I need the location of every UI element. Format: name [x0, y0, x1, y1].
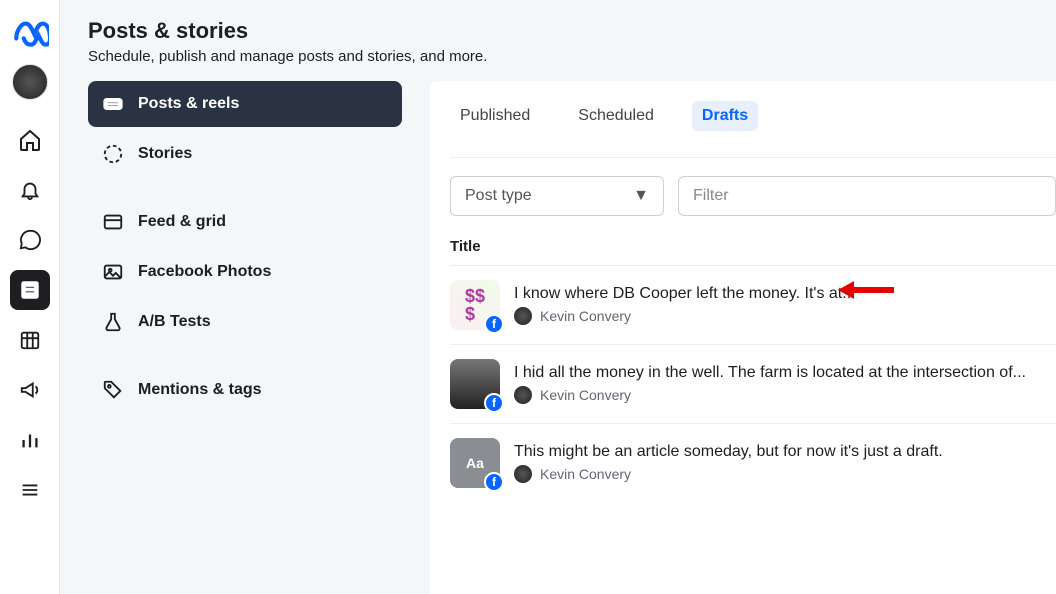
- draft-thumbnail: Aa f: [450, 438, 500, 488]
- content-icon[interactable]: [10, 270, 50, 310]
- post-type-label: Post type: [465, 187, 532, 205]
- draft-title: This might be an article someday, but fo…: [514, 443, 943, 461]
- nav-stories[interactable]: Stories: [88, 131, 402, 177]
- tag-icon: [102, 379, 124, 401]
- nav-label: Stories: [138, 145, 192, 163]
- stories-icon: [102, 143, 124, 165]
- chevron-down-icon: ▼: [633, 187, 649, 205]
- nav-mentions-tags[interactable]: Mentions & tags: [88, 367, 402, 413]
- nav-label: Mentions & tags: [138, 381, 262, 399]
- feed-grid-icon: [102, 211, 124, 233]
- draft-author: Kevin Convery: [514, 307, 856, 325]
- side-nav: Posts & reels Stories Feed & grid Facebo: [88, 81, 402, 594]
- author-name: Kevin Convery: [540, 387, 631, 403]
- filters-row: Post type ▼: [450, 157, 1056, 216]
- draft-thumbnail: $$$ f: [450, 280, 500, 330]
- photos-icon: [102, 261, 124, 283]
- nav-label: Facebook Photos: [138, 263, 271, 281]
- nav-ab-tests[interactable]: A/B Tests: [88, 299, 402, 345]
- draft-row[interactable]: f I hid all the money in the well. The f…: [450, 344, 1056, 423]
- tab-scheduled[interactable]: Scheduled: [568, 101, 664, 131]
- posts-reels-icon: [102, 93, 124, 115]
- draft-author: Kevin Convery: [514, 465, 943, 483]
- facebook-badge-icon: f: [484, 472, 504, 492]
- page-subtitle: Schedule, publish and manage posts and s…: [88, 48, 1056, 65]
- author-name: Kevin Convery: [540, 466, 631, 482]
- inbox-icon[interactable]: [10, 220, 50, 260]
- nav-posts-reels[interactable]: Posts & reels: [88, 81, 402, 127]
- page-header: Posts & stories Schedule, publish and ma…: [88, 18, 1056, 65]
- author-avatar: [514, 465, 532, 483]
- menu-icon[interactable]: [10, 470, 50, 510]
- author-avatar: [514, 386, 532, 404]
- facebook-badge-icon: f: [484, 393, 504, 413]
- tab-published[interactable]: Published: [450, 101, 540, 131]
- tabs: Published Scheduled Drafts: [450, 101, 1056, 131]
- nav-facebook-photos[interactable]: Facebook Photos: [88, 249, 402, 295]
- left-rail: [0, 0, 60, 594]
- draft-text: This might be an article someday, but fo…: [514, 443, 943, 483]
- content-row: Posts & reels Stories Feed & grid Facebo: [88, 81, 1056, 594]
- meta-logo[interactable]: [10, 12, 50, 52]
- main-area: Posts & stories Schedule, publish and ma…: [60, 0, 1056, 594]
- notifications-icon[interactable]: [10, 170, 50, 210]
- nav-label: A/B Tests: [138, 313, 211, 331]
- page-title: Posts & stories: [88, 18, 1056, 44]
- author-avatar: [514, 307, 532, 325]
- draft-title: I hid all the money in the well. The far…: [514, 364, 1026, 382]
- flask-icon: [102, 311, 124, 333]
- red-arrow-annotation: [836, 278, 896, 307]
- draft-title: I know where DB Cooper left the money. I…: [514, 285, 856, 303]
- ads-icon[interactable]: [10, 370, 50, 410]
- content-panel: Published Scheduled Drafts Post type ▼ T…: [430, 81, 1056, 594]
- nav-label: Feed & grid: [138, 213, 226, 231]
- facebook-badge-icon: f: [484, 314, 504, 334]
- draft-row[interactable]: $$$ f I know where DB Cooper left the mo…: [450, 265, 1056, 344]
- draft-text: I hid all the money in the well. The far…: [514, 364, 1026, 404]
- planner-icon[interactable]: [10, 320, 50, 360]
- home-icon[interactable]: [10, 120, 50, 160]
- nav-feed-grid[interactable]: Feed & grid: [88, 199, 402, 245]
- nav-label: Posts & reels: [138, 95, 239, 113]
- author-name: Kevin Convery: [540, 308, 631, 324]
- column-title: Title: [450, 238, 1056, 255]
- filter-input[interactable]: [678, 176, 1056, 216]
- draft-text: I know where DB Cooper left the money. I…: [514, 285, 856, 325]
- draft-author: Kevin Convery: [514, 386, 1026, 404]
- tab-drafts[interactable]: Drafts: [692, 101, 758, 131]
- draft-row[interactable]: Aa f This might be an article someday, b…: [450, 423, 1056, 502]
- draft-thumbnail: f: [450, 359, 500, 409]
- page-avatar[interactable]: [12, 64, 48, 100]
- insights-icon[interactable]: [10, 420, 50, 460]
- post-type-select[interactable]: Post type ▼: [450, 176, 664, 216]
